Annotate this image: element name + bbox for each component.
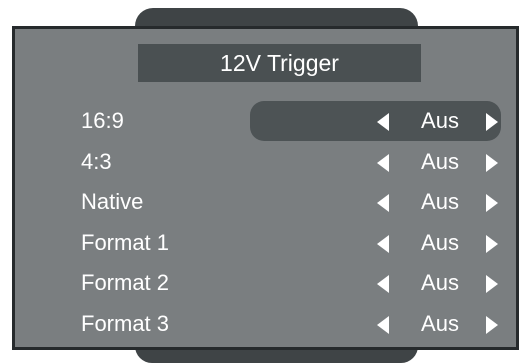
- caret-left-icon[interactable]: [377, 315, 389, 334]
- row-value: Aus: [421, 229, 459, 255]
- caret-right-icon[interactable]: [486, 315, 498, 334]
- menu-title: 12V Trigger: [138, 44, 421, 82]
- row-label: Format 3: [81, 310, 170, 336]
- row-value: Aus: [421, 270, 459, 295]
- caret-left-icon[interactable]: [377, 275, 389, 293]
- menu-row-16-9[interactable]: 16:9 Aus: [15, 101, 516, 142]
- menu-row-4-3[interactable]: 4:3 Aus: [15, 142, 516, 183]
- row-label: Format 1: [81, 229, 170, 255]
- caret-left-icon[interactable]: [377, 153, 389, 172]
- menu-row-format-1[interactable]: Format 1 Aus: [15, 223, 516, 264]
- menu-list: 16:9 Aus 4:3 Aus Native Aus Format 1 Aus…: [15, 101, 516, 344]
- menu-row-format-2[interactable]: Format 2 Aus: [15, 263, 516, 304]
- caret-left-icon[interactable]: [377, 194, 389, 212]
- menu-panel: 12V Trigger 16:9 Aus 4:3 Aus Native Aus: [12, 26, 519, 350]
- row-label: 4:3: [81, 148, 112, 174]
- menu-row-format-3[interactable]: Format 3 Aus: [15, 304, 516, 345]
- row-value: Aus: [421, 148, 459, 174]
- caret-right-icon[interactable]: [486, 275, 498, 293]
- menu-row-native[interactable]: Native Aus: [15, 182, 516, 223]
- row-label: Format 2: [81, 270, 170, 295]
- row-label: Native: [81, 189, 144, 214]
- caret-right-icon[interactable]: [486, 153, 498, 172]
- caret-left-icon[interactable]: [377, 113, 389, 131]
- caret-right-icon[interactable]: [486, 234, 498, 253]
- row-value: Aus: [421, 310, 459, 336]
- caret-right-icon[interactable]: [486, 113, 498, 131]
- osd-menu: 12V Trigger 16:9 Aus 4:3 Aus Native Aus: [0, 0, 532, 363]
- row-value: Aus: [421, 189, 459, 214]
- caret-left-icon[interactable]: [377, 234, 389, 253]
- caret-right-icon[interactable]: [486, 194, 498, 212]
- row-label: 16:9: [81, 108, 124, 133]
- row-value: Aus: [421, 108, 459, 133]
